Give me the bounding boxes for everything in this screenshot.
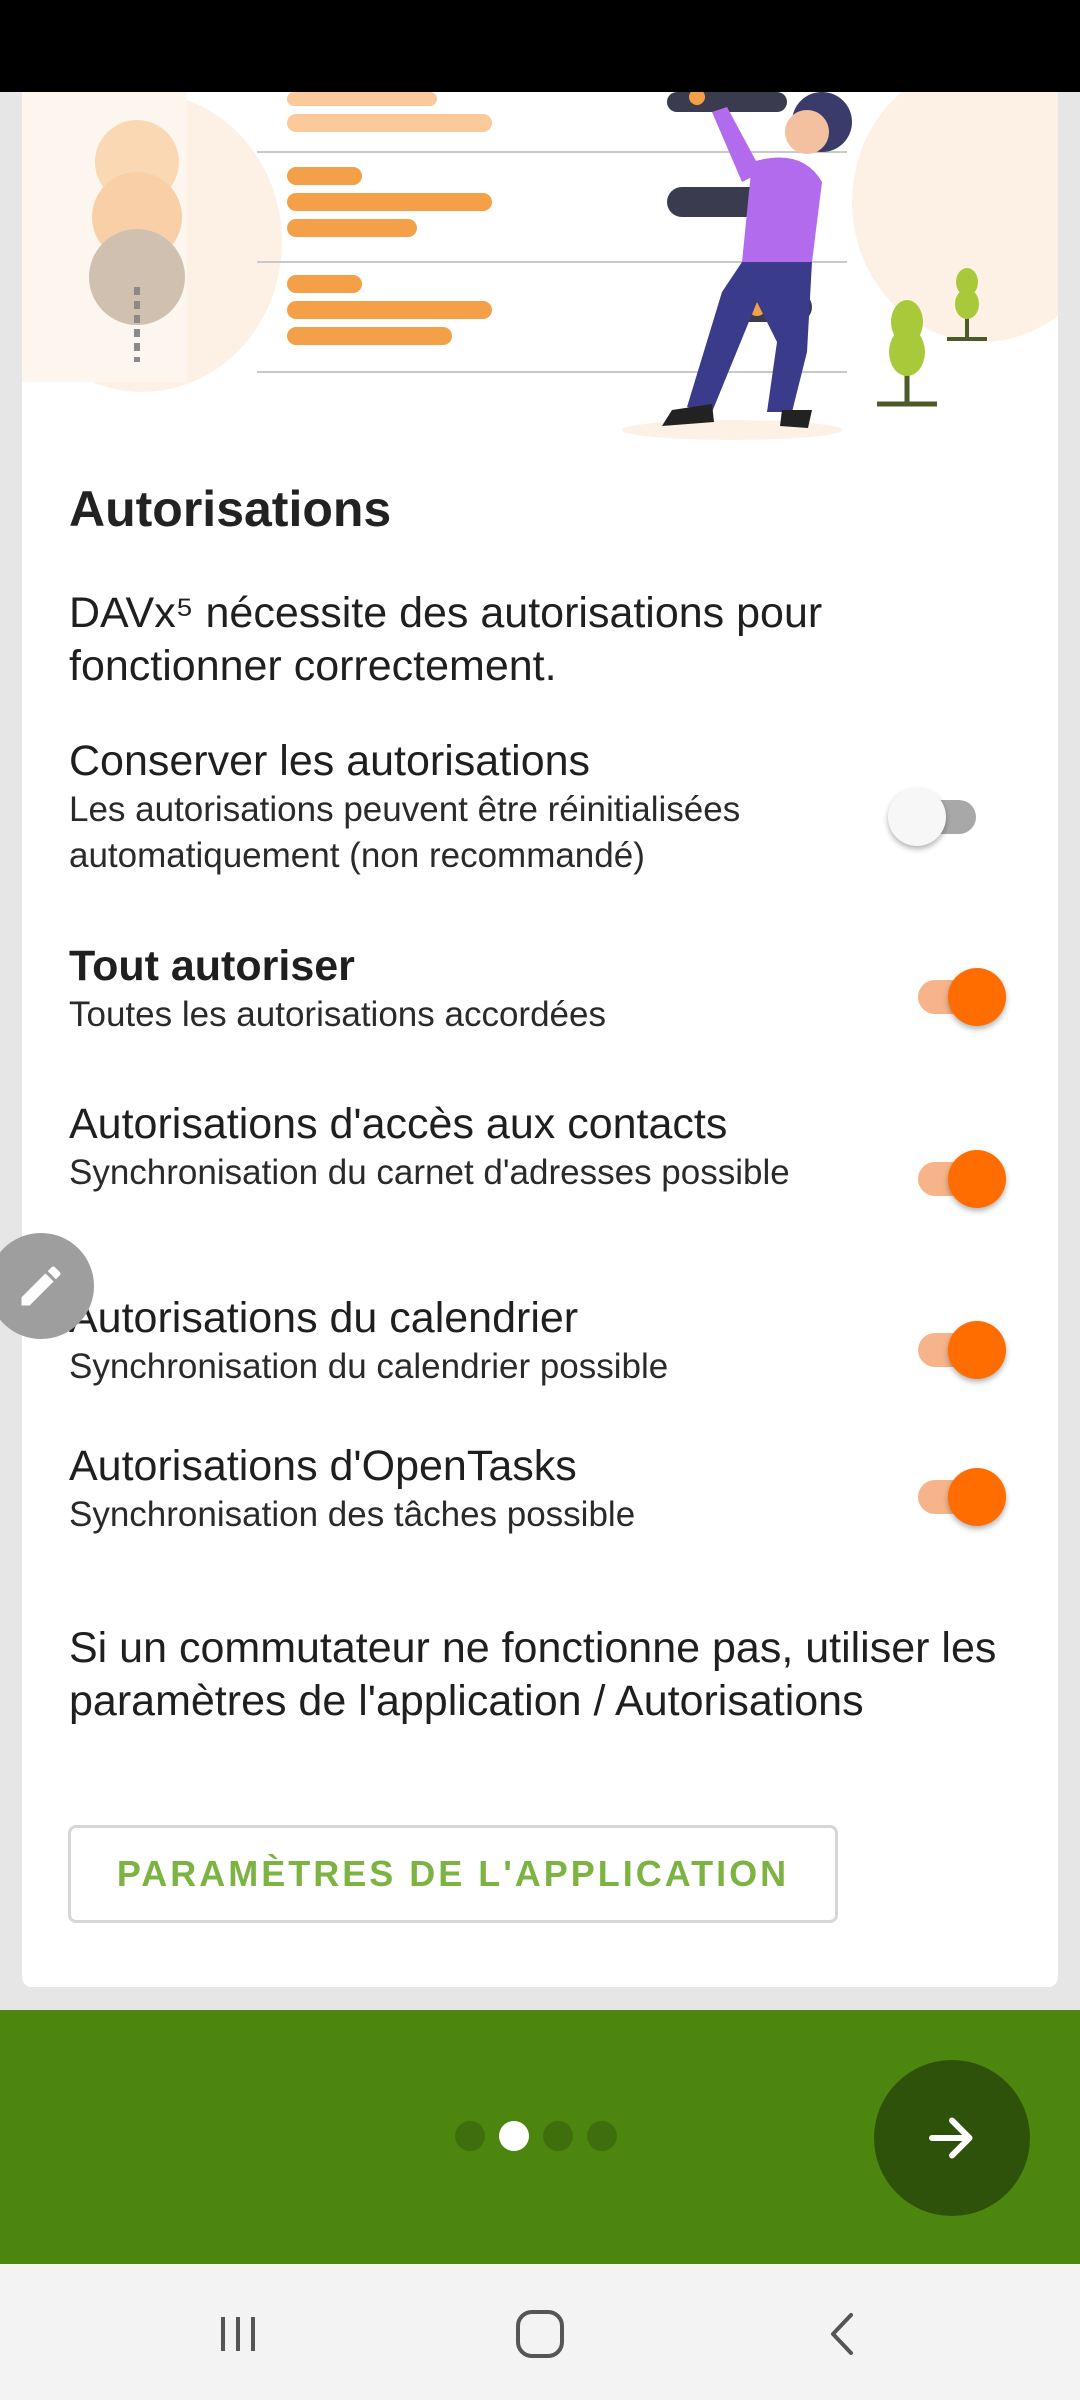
contacts-permission-switch[interactable] <box>910 1144 1006 1208</box>
keep-permissions-switch[interactable] <box>888 782 984 846</box>
permission-all: Tout autoriser Toutes les autorisations … <box>69 940 1029 1038</box>
permission-subtitle: Synchronisation du calendrier possible <box>69 1347 669 1386</box>
permission-subtitle: Les autorisations peuvent être réinitial… <box>69 790 741 875</box>
app-settings-button[interactable]: PARAMÈTRES DE L'APPLICATION <box>68 1825 838 1923</box>
system-nav-bar <box>0 2264 1080 2400</box>
home-button[interactable] <box>510 2304 570 2364</box>
back-icon <box>831 2313 853 2355</box>
all-permissions-switch[interactable] <box>910 962 1006 1026</box>
page-dot-active <box>499 2121 529 2151</box>
permission-title: Tout autoriser <box>69 942 355 990</box>
status-bar <box>0 0 1080 92</box>
permission-title: Autorisations d'accès aux contacts <box>69 1100 728 1148</box>
permissions-illustration <box>22 92 1058 440</box>
switch-thumb <box>948 1321 1006 1379</box>
permission-contacts: Autorisations d'accès aux contacts Synch… <box>69 1098 1029 1196</box>
arrow-right-icon <box>929 2117 973 2159</box>
pencil-icon <box>21 1266 61 1306</box>
intro-text: DAVx⁵ nécessite des autorisations pour f… <box>69 589 823 690</box>
permission-keep-permissions: Conserver les autorisations Les autorisa… <box>69 735 1029 879</box>
permission-subtitle: Toutes les autorisations accordées <box>69 995 606 1034</box>
permissions-card: Autorisations DAVx⁵ nécessite des autori… <box>22 92 1058 1987</box>
permission-title: Autorisations d'OpenTasks <box>69 1442 577 1490</box>
opentasks-permission-switch[interactable] <box>910 1462 1006 1526</box>
page-dot <box>455 2121 485 2151</box>
switch-thumb <box>888 788 946 846</box>
switch-thumb <box>948 1150 1006 1208</box>
calendar-permission-switch[interactable] <box>910 1315 1006 1379</box>
page-dot <box>543 2121 573 2151</box>
switch-thumb <box>948 1468 1006 1526</box>
back-button[interactable] <box>814 2304 874 2364</box>
bottom-bar <box>0 2010 1080 2264</box>
home-icon <box>516 2310 564 2358</box>
page-dot <box>587 2121 617 2151</box>
permission-opentasks: Autorisations d'OpenTasks Synchronisatio… <box>69 1440 1029 1538</box>
next-button[interactable] <box>874 2060 1030 2216</box>
switch-thumb <box>948 968 1006 1026</box>
page-title: Autorisations <box>69 481 392 537</box>
permission-subtitle: Synchronisation du carnet d'adresses pos… <box>69 1153 790 1192</box>
recents-button[interactable] <box>208 2304 268 2364</box>
permission-calendar: Autorisations du calendrier Synchronisat… <box>69 1292 1029 1390</box>
page-indicator <box>455 2121 617 2151</box>
permission-title: Autorisations du calendrier <box>69 1294 579 1342</box>
permission-subtitle: Synchronisation des tâches possible <box>69 1495 636 1534</box>
hint-text: Si un commutateur ne fonctionne pas, uti… <box>69 1624 997 1725</box>
permission-title: Conserver les autorisations <box>69 737 591 785</box>
recents-icon <box>221 2317 255 2351</box>
